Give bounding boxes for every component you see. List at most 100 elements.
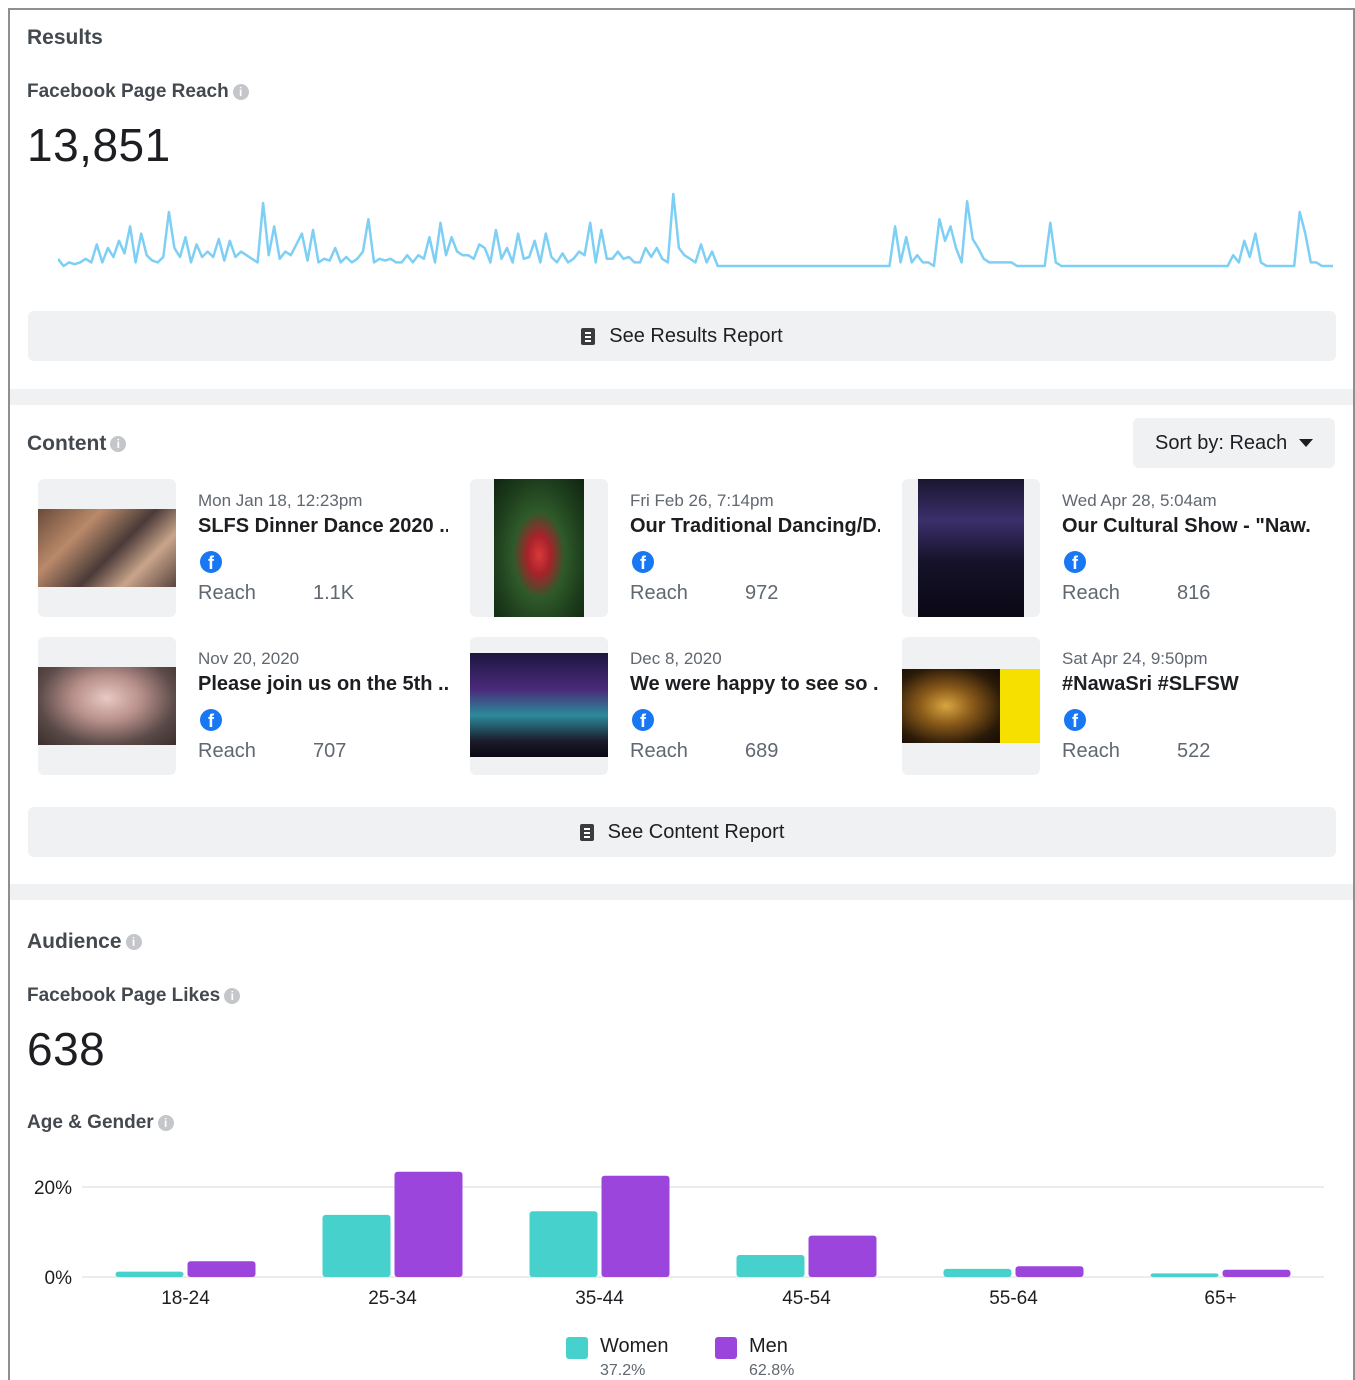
post-image bbox=[38, 667, 176, 745]
facebook-icon: f bbox=[632, 551, 654, 573]
post-thumbnail[interactable] bbox=[902, 479, 1040, 617]
post-date: Fri Feb 26, 7:14pm bbox=[630, 491, 774, 510]
bar-women-55-64[interactable] bbox=[943, 1268, 1012, 1277]
reach-label: Reach bbox=[1062, 582, 1120, 604]
reach-label: Reach bbox=[1062, 740, 1120, 762]
see-content-report-label: See Content Report bbox=[607, 820, 785, 843]
facebook-icon: f bbox=[200, 709, 222, 731]
post-thumbnail[interactable] bbox=[470, 479, 608, 617]
reach-value: 972 bbox=[745, 582, 779, 604]
bar-men-45-54[interactable] bbox=[808, 1235, 877, 1277]
bar-men-25-34[interactable] bbox=[394, 1171, 463, 1277]
post-image bbox=[38, 509, 176, 587]
content-heading-text: Content bbox=[27, 432, 107, 455]
post-card[interactable]: Fri Feb 26, 7:14pm Our Traditional Danci… bbox=[460, 479, 880, 617]
see-results-report-label: See Results Report bbox=[609, 324, 783, 347]
y-tick-label: 0% bbox=[45, 1268, 73, 1289]
x-tick-label: 45-54 bbox=[782, 1288, 831, 1309]
reach-label: Reach bbox=[198, 582, 256, 604]
post-image bbox=[494, 479, 584, 617]
bar-men-65+[interactable] bbox=[1222, 1269, 1291, 1277]
post-title[interactable]: Our Cultural Show - "Naw... bbox=[1062, 515, 1312, 538]
info-icon[interactable]: i bbox=[157, 1114, 174, 1131]
audience-heading-text: Audience bbox=[27, 930, 122, 953]
post-thumbnail[interactable] bbox=[38, 637, 176, 775]
facebook-icon: f bbox=[200, 551, 222, 573]
reach-value: 707 bbox=[313, 740, 347, 762]
bar-women-25-34[interactable] bbox=[322, 1214, 391, 1277]
post-date: Nov 20, 2020 bbox=[198, 649, 300, 668]
post-title[interactable]: We were happy to see so ... bbox=[630, 673, 880, 696]
post-date: Mon Jan 18, 12:23pm bbox=[198, 491, 363, 510]
legend-label-women: Women bbox=[600, 1335, 669, 1357]
report-document-icon bbox=[579, 823, 594, 841]
post-date: Wed Apr 28, 5:04am bbox=[1062, 491, 1217, 510]
post-image bbox=[918, 479, 1024, 617]
page-likes-label: Facebook Page Likes i bbox=[27, 985, 241, 1007]
legend-swatch-women bbox=[566, 1337, 588, 1359]
reach-value: 522 bbox=[1177, 740, 1211, 762]
post-title[interactable]: #NawaSri #SLFSW bbox=[1062, 673, 1312, 696]
caret-down-icon bbox=[1299, 439, 1313, 447]
reach-value: 1.1K bbox=[313, 582, 355, 604]
post-card[interactable]: Wed Apr 28, 5:04am Our Cultural Show - "… bbox=[892, 479, 1312, 617]
bar-men-18-24[interactable] bbox=[187, 1261, 256, 1277]
legend-swatch-men bbox=[715, 1337, 737, 1359]
report-document-icon bbox=[581, 327, 596, 345]
content-heading: Content i bbox=[27, 432, 127, 456]
sort-label: Sort by: Reach bbox=[1155, 431, 1288, 454]
reach-value: 689 bbox=[745, 740, 779, 762]
bar-women-45-54[interactable] bbox=[736, 1254, 805, 1277]
legend-percent-women: 37.2% bbox=[600, 1362, 646, 1379]
post-title[interactable]: Our Traditional Dancing/D... bbox=[630, 515, 880, 538]
post-image-accent bbox=[1000, 669, 1040, 743]
bar-women-35-44[interactable] bbox=[529, 1211, 598, 1277]
y-tick-label: 20% bbox=[34, 1178, 72, 1199]
post-thumbnail[interactable] bbox=[902, 637, 1040, 775]
post-thumbnail[interactable] bbox=[38, 479, 176, 617]
post-card[interactable]: Mon Jan 18, 12:23pm SLFS Dinner Dance 20… bbox=[28, 479, 448, 617]
post-title[interactable]: Please join us on the 5th ... bbox=[198, 673, 448, 696]
facebook-icon: f bbox=[1064, 709, 1086, 731]
facebook-icon: f bbox=[1064, 551, 1086, 573]
reach-label: Reach bbox=[198, 740, 256, 762]
info-icon[interactable]: i bbox=[232, 83, 249, 100]
post-title[interactable]: SLFS Dinner Dance 2020 ... bbox=[198, 515, 448, 538]
age-gender-bar-chart: 20% 0% 18-24 25-34 35-44 45-54 55-64 65+ bbox=[34, 1171, 1324, 1309]
x-tick-label: 35-44 bbox=[575, 1288, 624, 1309]
info-icon[interactable]: i bbox=[125, 934, 142, 951]
x-tick-label: 25-34 bbox=[368, 1288, 417, 1309]
x-tick-label: 65+ bbox=[1204, 1288, 1236, 1309]
dashboard-frame: Results Facebook Page Reach i 13,851 See … bbox=[8, 8, 1355, 1380]
info-icon[interactable]: i bbox=[224, 987, 241, 1004]
reach-series-line bbox=[58, 192, 1333, 268]
bar-women-65+[interactable] bbox=[1150, 1273, 1219, 1277]
post-card[interactable]: Dec 8, 2020 We were happy to see so ... … bbox=[460, 637, 880, 775]
bar-men-55-64[interactable] bbox=[1015, 1266, 1084, 1277]
page-reach-label: Facebook Page Reach i bbox=[27, 81, 249, 103]
post-date: Dec 8, 2020 bbox=[630, 649, 722, 668]
post-card[interactable]: Nov 20, 2020 Please join us on the 5th .… bbox=[28, 637, 448, 775]
post-thumbnail[interactable] bbox=[470, 637, 608, 775]
reach-value: 816 bbox=[1177, 582, 1211, 604]
sort-dropdown[interactable]: Sort by: Reach bbox=[1133, 418, 1335, 468]
see-results-report-button[interactable]: See Results Report bbox=[28, 311, 1336, 361]
legend-percent-men: 62.8% bbox=[749, 1362, 795, 1379]
page-reach-label-text: Facebook Page Reach bbox=[27, 81, 229, 102]
facebook-icon: f bbox=[632, 709, 654, 731]
bar-men-35-44[interactable] bbox=[601, 1175, 670, 1277]
reach-label: Reach bbox=[630, 740, 688, 762]
post-date: Sat Apr 24, 9:50pm bbox=[1062, 649, 1208, 668]
post-card[interactable]: Sat Apr 24, 9:50pm #NawaSri #SLFSW f Rea… bbox=[892, 637, 1312, 775]
age-gender-label: Age & Gender i bbox=[27, 1112, 174, 1134]
reach-label: Reach bbox=[630, 582, 688, 604]
info-icon[interactable]: i bbox=[110, 436, 127, 453]
bar-women-18-24[interactable] bbox=[115, 1271, 184, 1277]
post-image bbox=[902, 669, 1000, 743]
x-tick-label: 55-64 bbox=[989, 1288, 1038, 1309]
page-likes-label-text: Facebook Page Likes bbox=[27, 985, 221, 1006]
see-content-report-button[interactable]: See Content Report bbox=[28, 807, 1336, 857]
section-divider bbox=[10, 884, 1353, 900]
page-reach-value: 13,851 bbox=[27, 119, 171, 171]
audience-heading: Audience i bbox=[27, 930, 142, 954]
